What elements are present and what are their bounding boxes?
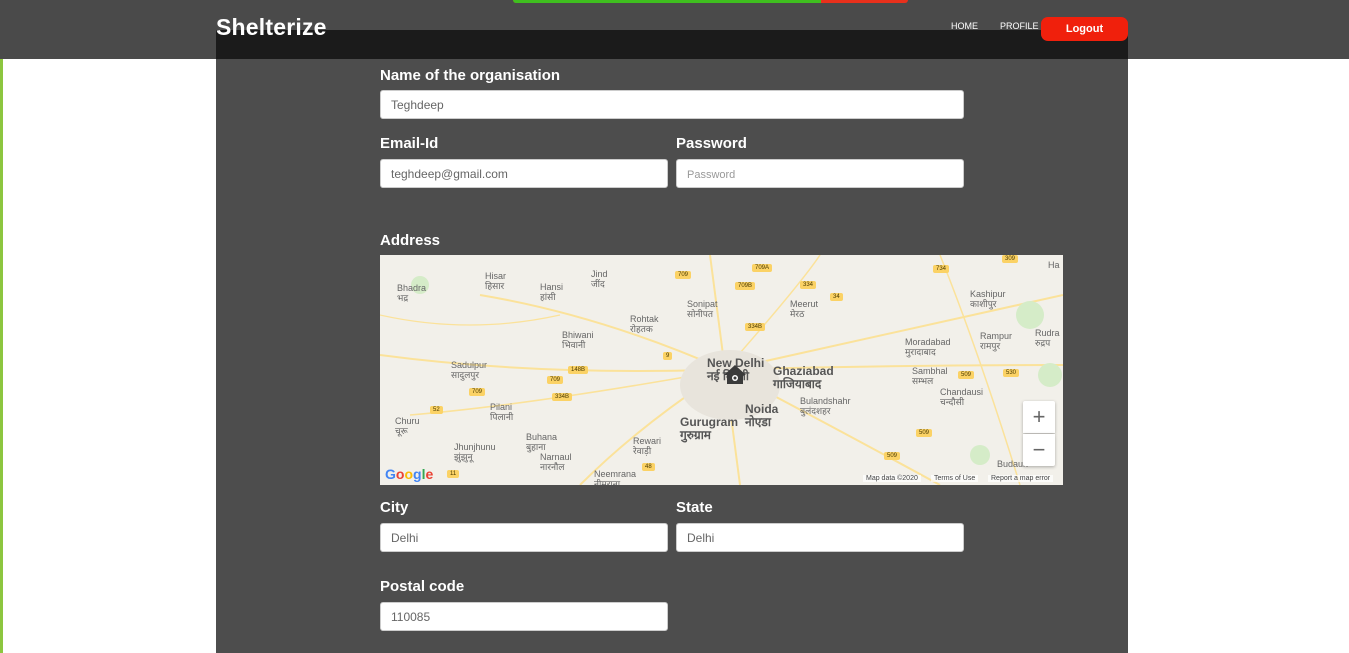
map-road-shield: 709A bbox=[752, 264, 773, 272]
map-zoom-out-button[interactable]: − bbox=[1023, 434, 1055, 466]
map-terms-link[interactable]: Terms of Use bbox=[931, 475, 979, 482]
nav-home-link[interactable]: HOME bbox=[951, 21, 978, 31]
city-label: City bbox=[380, 499, 409, 516]
page-progress-bar bbox=[513, 0, 908, 3]
email-label: Email-Id bbox=[380, 135, 439, 152]
map-place-label: Gurugram गुरुग्राम bbox=[680, 415, 739, 443]
map-place-label: Bhiwani भिवानी bbox=[562, 330, 594, 350]
map-place-label: Meerut मेरठ bbox=[790, 299, 819, 319]
logout-button[interactable]: Logout bbox=[1041, 17, 1128, 41]
map-road-shield: 509 bbox=[884, 452, 901, 460]
map-place-label: Rohtak रोहतक bbox=[630, 314, 659, 334]
map-place-label: Bhadra भद्र bbox=[397, 283, 427, 303]
map-place-label: Ghaziabad गाजियाबाद bbox=[773, 364, 834, 392]
map-place-label: Hisar हिसार bbox=[485, 271, 507, 291]
brand-logo[interactable]: Shelterize bbox=[216, 14, 327, 41]
map-road-shield: 48 bbox=[642, 463, 655, 471]
map-place-label: Neemrana नीमराना bbox=[594, 469, 637, 485]
map-road-shield: 9 bbox=[663, 352, 673, 360]
map-road-shield: 509 bbox=[916, 429, 933, 437]
email-input[interactable] bbox=[380, 159, 668, 188]
map-place-label: Moradabad मुरादाबाद bbox=[905, 337, 951, 357]
state-input[interactable] bbox=[676, 523, 964, 552]
map-road-shield: 334B bbox=[552, 393, 573, 401]
map-place-label: Rudra रुद्रप bbox=[1035, 328, 1060, 348]
map-place-label: Noida नोएडा bbox=[745, 402, 779, 430]
map-road-shield: 309 bbox=[1002, 255, 1019, 263]
map-place-label: Sambhal सम्भल bbox=[912, 366, 948, 386]
address-map[interactable]: Hisar हिसार Hansi हांसी Jind जींद Bhadra भद्र So… bbox=[380, 255, 1063, 485]
map-place-label: Rewari रेवाड़ी bbox=[633, 436, 662, 456]
map-place-label: Pilani पिलानी bbox=[490, 402, 514, 422]
map-place-label: Rampur रामपुर bbox=[980, 331, 1013, 351]
map-road-shield: 509 bbox=[958, 371, 975, 379]
map-place-label: Kashipur काशीपुर bbox=[970, 289, 1006, 309]
map-road-shield: 11 bbox=[447, 470, 460, 478]
page-progress-fill bbox=[513, 0, 822, 3]
left-accent-strip bbox=[0, 0, 3, 653]
map-road-shield: 334B bbox=[745, 323, 766, 331]
postal-code-label: Postal code bbox=[380, 578, 465, 595]
org-name-input[interactable] bbox=[380, 90, 964, 119]
map-road-shield: 709B bbox=[735, 282, 756, 290]
map-place-label: Sonipat सोनीपत bbox=[687, 299, 718, 319]
map-place-label: Bulandshahr बुलंदशहर bbox=[800, 396, 851, 416]
map-road-shield: 709 bbox=[675, 271, 692, 279]
map-place-label: Hansi हांसी bbox=[540, 282, 564, 302]
map-place-label: Ha bbox=[1048, 260, 1060, 270]
map-place-label: Narnaul नारनौल bbox=[540, 452, 572, 472]
map-report-link[interactable]: Report a map error bbox=[988, 475, 1054, 482]
nav-profile-link[interactable]: PROFILE bbox=[1000, 21, 1039, 31]
postal-code-input[interactable] bbox=[380, 602, 668, 631]
map-place-label: Jind जींद bbox=[591, 269, 608, 289]
map-road-shield: 530 bbox=[1003, 369, 1020, 377]
map-road-shield: 148B bbox=[568, 366, 589, 374]
org-name-label: Name of the organisation bbox=[380, 67, 561, 84]
map-place-label: Jhunjhunu झुंझुनू bbox=[454, 442, 496, 462]
map-place-label: Buhana बुहाना bbox=[526, 432, 558, 452]
map-road-shield: 334 bbox=[800, 281, 817, 289]
state-label: State bbox=[676, 499, 713, 516]
password-input[interactable] bbox=[676, 159, 964, 188]
map-place-label: Churu चूरू bbox=[395, 416, 420, 436]
password-label: Password bbox=[676, 135, 747, 152]
map-place-label: Chandausi चन्दौसी bbox=[940, 387, 984, 407]
map-place-label: Sadulpur सादुलपुर bbox=[451, 360, 488, 380]
map-road-shield: 709 bbox=[469, 388, 486, 396]
address-label: Address bbox=[380, 232, 441, 249]
location-marker-icon[interactable] bbox=[723, 364, 747, 388]
map-data-credit: Map data ©2020 bbox=[863, 475, 921, 482]
map-zoom-in-button[interactable]: + bbox=[1023, 401, 1055, 433]
map-road-shield: 734 bbox=[933, 265, 950, 273]
map-road-shield: 34 bbox=[830, 293, 843, 301]
map-road-shield: 52 bbox=[430, 406, 443, 414]
map-road-shield: 709 bbox=[547, 376, 564, 384]
google-logo: Google bbox=[385, 466, 434, 482]
city-input[interactable] bbox=[380, 523, 668, 552]
header-dark-band bbox=[216, 30, 1128, 59]
